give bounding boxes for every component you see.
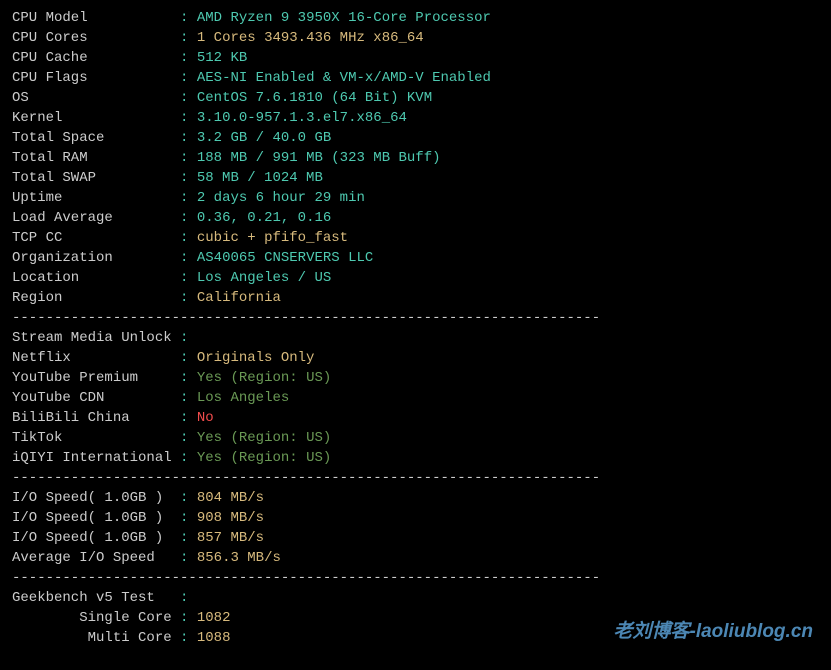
- value-youtube-cdn: Los Angeles: [197, 390, 289, 406]
- row-io-speed-1: I/O Speed( 1.0GB ) : 804 MB/s: [12, 488, 819, 508]
- label-cpu-cores: CPU Cores: [12, 30, 180, 46]
- value-tiktok: Yes (Region: US): [197, 430, 331, 446]
- label-stream-media-unlock: Stream Media Unlock: [12, 330, 180, 346]
- row-iqiyi-intl: iQIYI International : Yes (Region: US): [12, 448, 819, 468]
- label-load-average: Load Average: [12, 210, 180, 226]
- label-io-speed-1: I/O Speed( 1.0GB ): [12, 490, 180, 506]
- value-multi-core: 1088: [197, 630, 231, 646]
- value-region: California: [197, 290, 281, 306]
- value-cpu-cores: 1 Cores 3493.436 MHz x86_64: [197, 30, 424, 46]
- value-total-ram: 188 MB / 991 MB (323 MB Buff): [197, 150, 441, 166]
- value-tcp-cc: cubic + pfifo_fast: [197, 230, 348, 246]
- label-uptime: Uptime: [12, 190, 180, 206]
- value-uptime: 2 days 6 hour 29 min: [197, 190, 365, 206]
- label-iqiyi-intl: iQIYI International: [12, 450, 180, 466]
- row-stream-media-unlock: Stream Media Unlock :: [12, 328, 819, 348]
- label-avg-io-speed: Average I/O Speed: [12, 550, 180, 566]
- row-total-ram: Total RAM : 188 MB / 991 MB (323 MB Buff…: [12, 148, 819, 168]
- label-location: Location: [12, 270, 180, 286]
- value-iqiyi-intl: Yes (Region: US): [197, 450, 331, 466]
- value-netflix: Originals Only: [197, 350, 315, 366]
- row-cpu-model: CPU Model : AMD Ryzen 9 3950X 16-Core Pr…: [12, 8, 819, 28]
- row-region: Region : California: [12, 288, 819, 308]
- row-youtube-cdn: YouTube CDN : Los Angeles: [12, 388, 819, 408]
- label-total-swap: Total SWAP: [12, 170, 180, 186]
- value-io-speed-1: 804 MB/s: [197, 490, 264, 506]
- row-geekbench: Geekbench v5 Test :: [12, 588, 819, 608]
- label-geekbench: Geekbench v5 Test: [12, 590, 180, 606]
- value-kernel: 3.10.0-957.1.3.el7.x86_64: [197, 110, 407, 126]
- value-cpu-cache: 512 KB: [197, 50, 247, 66]
- label-single-core: Single Core: [12, 610, 180, 626]
- row-netflix: Netflix : Originals Only: [12, 348, 819, 368]
- value-os: CentOS 7.6.1810 (64 Bit) KVM: [197, 90, 432, 106]
- row-location: Location : Los Angeles / US: [12, 268, 819, 288]
- value-io-speed-2: 908 MB/s: [197, 510, 264, 526]
- row-youtube-premium: YouTube Premium : Yes (Region: US): [12, 368, 819, 388]
- value-cpu-model: AMD Ryzen 9 3950X 16-Core Processor: [197, 10, 491, 26]
- row-cpu-cache: CPU Cache : 512 KB: [12, 48, 819, 68]
- label-tiktok: TikTok: [12, 430, 180, 446]
- value-total-swap: 58 MB / 1024 MB: [197, 170, 323, 186]
- row-kernel: Kernel : 3.10.0-957.1.3.el7.x86_64: [12, 108, 819, 128]
- value-bilibili-china: No: [197, 410, 214, 426]
- value-avg-io-speed: 856.3 MB/s: [197, 550, 281, 566]
- label-total-space: Total Space: [12, 130, 180, 146]
- label-netflix: Netflix: [12, 350, 180, 366]
- label-cpu-cache: CPU Cache: [12, 50, 180, 66]
- row-cpu-flags: CPU Flags : AES-NI Enabled & VM-x/AMD-V …: [12, 68, 819, 88]
- row-os: OS : CentOS 7.6.1810 (64 Bit) KVM: [12, 88, 819, 108]
- label-tcp-cc: TCP CC: [12, 230, 180, 246]
- label-io-speed-2: I/O Speed( 1.0GB ): [12, 510, 180, 526]
- label-os: OS: [12, 90, 180, 106]
- row-bilibili-china: BiliBili China : No: [12, 408, 819, 428]
- value-organization: AS40065 CNSERVERS LLC: [197, 250, 373, 266]
- label-cpu-model: CPU Model: [12, 10, 180, 26]
- value-youtube-premium: Yes (Region: US): [197, 370, 331, 386]
- label-total-ram: Total RAM: [12, 150, 180, 166]
- row-single-core: Single Core : 1082: [12, 608, 819, 628]
- row-avg-io-speed: Average I/O Speed : 856.3 MB/s: [12, 548, 819, 568]
- label-kernel: Kernel: [12, 110, 180, 126]
- row-io-speed-3: I/O Speed( 1.0GB ) : 857 MB/s: [12, 528, 819, 548]
- divider-1: ----------------------------------------…: [12, 308, 819, 328]
- label-bilibili-china: BiliBili China: [12, 410, 180, 426]
- divider-2: ----------------------------------------…: [12, 468, 819, 488]
- label-youtube-premium: YouTube Premium: [12, 370, 180, 386]
- row-io-speed-2: I/O Speed( 1.0GB ) : 908 MB/s: [12, 508, 819, 528]
- row-organization: Organization : AS40065 CNSERVERS LLC: [12, 248, 819, 268]
- row-tiktok: TikTok : Yes (Region: US): [12, 428, 819, 448]
- label-multi-core: Multi Core: [12, 630, 180, 646]
- value-location: Los Angeles / US: [197, 270, 331, 286]
- label-cpu-flags: CPU Flags: [12, 70, 180, 86]
- row-total-swap: Total SWAP : 58 MB / 1024 MB: [12, 168, 819, 188]
- value-single-core: 1082: [197, 610, 231, 626]
- value-io-speed-3: 857 MB/s: [197, 530, 264, 546]
- row-uptime: Uptime : 2 days 6 hour 29 min: [12, 188, 819, 208]
- divider-3: ----------------------------------------…: [12, 568, 819, 588]
- row-total-space: Total Space : 3.2 GB / 40.0 GB: [12, 128, 819, 148]
- label-youtube-cdn: YouTube CDN: [12, 390, 180, 406]
- value-cpu-flags: AES-NI Enabled & VM-x/AMD-V Enabled: [197, 70, 491, 86]
- row-multi-core: Multi Core : 1088: [12, 628, 819, 648]
- label-organization: Organization: [12, 250, 180, 266]
- row-cpu-cores: CPU Cores : 1 Cores 3493.436 MHz x86_64: [12, 28, 819, 48]
- row-tcp-cc: TCP CC : cubic + pfifo_fast: [12, 228, 819, 248]
- value-total-space: 3.2 GB / 40.0 GB: [197, 130, 331, 146]
- value-load-average: 0.36, 0.21, 0.16: [197, 210, 331, 226]
- label-io-speed-3: I/O Speed( 1.0GB ): [12, 530, 180, 546]
- label-region: Region: [12, 290, 180, 306]
- row-load-average: Load Average : 0.36, 0.21, 0.16: [12, 208, 819, 228]
